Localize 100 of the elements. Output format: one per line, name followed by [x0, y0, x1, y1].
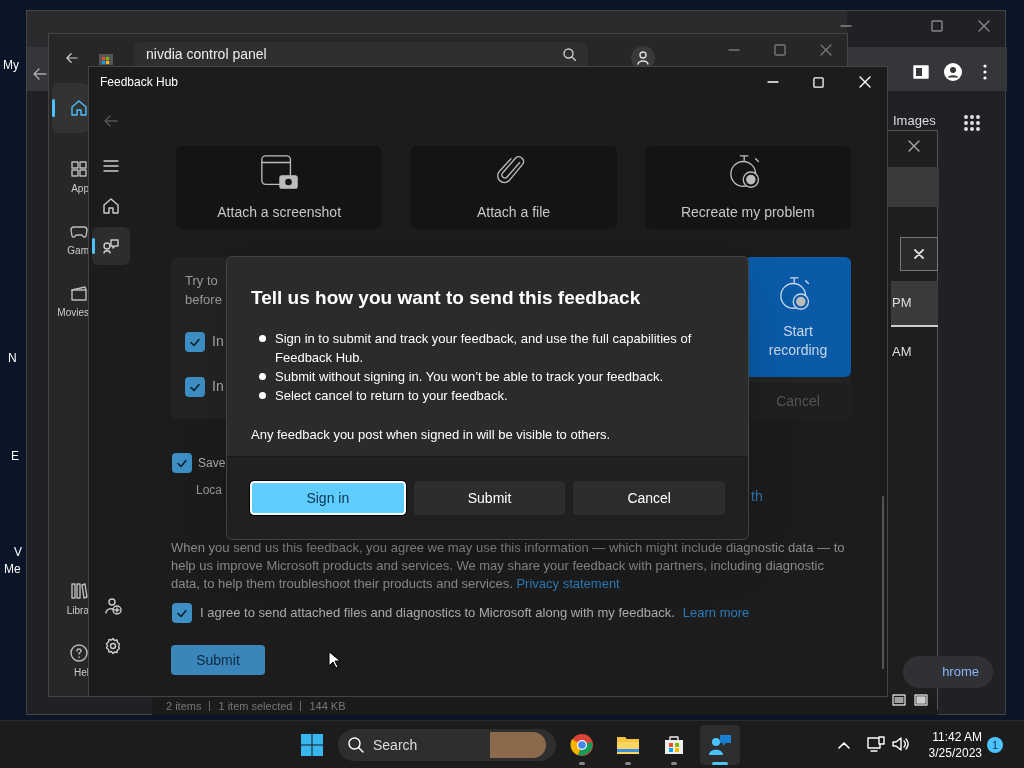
running-indicator: [712, 762, 728, 765]
store-nav-label: Gam: [67, 246, 89, 256]
option-label: Save: [198, 455, 226, 472]
privacy-statement-link[interactable]: Privacy statement: [516, 576, 620, 591]
volume-icon[interactable]: [892, 736, 910, 752]
mouse-cursor-icon: [328, 651, 340, 669]
store-nav-item[interactable]: Gam: [52, 214, 89, 264]
panel-text: Try to: [185, 272, 219, 290]
popup-search-field[interactable]: [900, 237, 938, 271]
feedback-person-icon: [708, 733, 732, 757]
card-label: Recreate my problem: [680, 203, 815, 222]
option-label: In: [212, 377, 224, 396]
status-text: 1 item selected: [218, 698, 293, 714]
desktop-icon-label[interactable]: N: [8, 352, 17, 364]
status-text: 2 items: [166, 698, 202, 714]
attach-screenshot-card[interactable]: Attach a screenshot: [176, 146, 383, 229]
home-icon: [102, 197, 120, 215]
store-nav-item[interactable]: Hel: [52, 636, 89, 686]
running-indicator: [625, 762, 631, 765]
feedback-icon: [102, 237, 120, 255]
store-search-field[interactable]: nivdia control panel: [134, 42, 588, 66]
selection-indicator: [52, 99, 55, 117]
nav-feedback-button[interactable]: [92, 227, 130, 265]
store-library-icon: [70, 582, 88, 600]
maximize-icon: [931, 20, 943, 32]
store-nav-item[interactable]: [52, 83, 89, 133]
clock-time[interactable]: 11:42 AM: [932, 729, 982, 745]
store-home-icon: [70, 99, 88, 117]
notification-badge[interactable]: 1: [987, 737, 1003, 753]
store-nav-item[interactable]: Movies: [52, 276, 89, 326]
bullet-text: Select cancel to return to your feedback.: [275, 386, 508, 405]
windows-logo-icon: [301, 734, 323, 756]
desktop-icon-label[interactable]: V: [14, 546, 22, 558]
close-icon: [978, 20, 990, 32]
bullet-icon: [259, 372, 266, 380]
desktop-icon-label[interactable]: E: [11, 450, 19, 462]
close-icon[interactable]: [908, 140, 920, 152]
list-row[interactable]: PM: [891, 281, 938, 327]
clear-icon[interactable]: [914, 249, 924, 259]
dialog-button[interactable]: Submit: [413, 481, 566, 515]
agree-label: I agree to send attached files and diagnostics to Microsoft along with my feedback.: [200, 604, 675, 623]
dialog-button[interactable]: Cancel: [573, 481, 725, 515]
back-arrow-icon[interactable]: [33, 67, 49, 81]
scrollbar[interactable]: [882, 496, 884, 669]
chrome-link-button[interactable]: hrome: [903, 656, 993, 688]
network-icon[interactable]: [867, 736, 885, 752]
option-label: In: [212, 332, 224, 351]
checkbox[interactable]: [185, 331, 205, 352]
list-row[interactable]: AM: [891, 329, 938, 375]
search-value: nivdia control panel: [146, 44, 267, 64]
window-title: Feedback Hub: [100, 74, 180, 91]
store-nav-label: Libra: [66, 606, 89, 616]
chevron-up-icon[interactable]: [838, 741, 850, 749]
add-user-icon[interactable]: [104, 597, 122, 615]
search-icon: [348, 737, 364, 753]
store-nav-item[interactable]: App: [52, 152, 89, 202]
submit-button[interactable]: Submit: [171, 645, 265, 675]
desktop-icon-label[interactable]: Me: [4, 563, 21, 575]
tiles-view-icon[interactable]: [914, 694, 928, 706]
side-panel-icon[interactable]: [913, 65, 929, 79]
profile-icon[interactable]: [944, 63, 962, 81]
status-text: 144 KB: [309, 698, 346, 714]
clock-date[interactable]: 3/25/2023: [928, 745, 982, 761]
checkbox[interactable]: [185, 376, 205, 397]
store-movies-icon: [70, 284, 88, 302]
desktop-icon-label[interactable]: My: [3, 59, 19, 71]
store-nav-label: App: [71, 184, 89, 194]
card-label: Attach a file: [476, 203, 551, 222]
taskbar-app-button[interactable]: [700, 725, 740, 765]
more-options-icon[interactable]: [983, 64, 987, 80]
attach-file-card[interactable]: Attach a file: [410, 146, 617, 229]
running-indicator: [671, 762, 677, 765]
bullet-icon: [259, 334, 266, 342]
bullet-icon: [259, 391, 266, 399]
attach-recreate-card[interactable]: Recreate my problem: [644, 146, 851, 229]
privacy-notice: When you send us this feedback, you agree we may use this information — which might include diagnostic data — to help us improve Microsoft products and services. We may share your feedback with partners, including diagnostic data, to help them troubleshoot their products and services. Privacy statement: [171, 539, 846, 593]
store-nav-label: Movies: [57, 308, 89, 318]
start-recording-button[interactable]: Start recording: [745, 257, 851, 377]
store-apps-icon: [70, 160, 88, 178]
store-nav-item[interactable]: Libra: [52, 574, 89, 624]
search-icon[interactable]: [563, 47, 576, 61]
apps-grid-icon[interactable]: [963, 114, 981, 132]
details-view-icon[interactable]: [892, 694, 906, 706]
taskbar-search-field[interactable]: Search: [338, 729, 556, 761]
store-nav-label: Hel: [74, 668, 89, 678]
learn-more-link[interactable]: Learn more: [682, 603, 750, 623]
dialog-note: Any feedback you post when signed in will be visible to others.: [251, 425, 612, 444]
location-label: Loca: [196, 482, 223, 499]
checkbox[interactable]: [172, 603, 192, 623]
store-help-icon: [70, 644, 88, 662]
settings-icon[interactable]: [104, 637, 122, 655]
bullet-text: Submit without signing in. You won’t be able to track your feedback.: [275, 367, 664, 386]
checkbox[interactable]: [172, 453, 192, 473]
dialog-button[interactable]: Sign in: [250, 481, 406, 515]
selection-indicator: [92, 238, 95, 254]
chrome-logo-icon: [570, 733, 594, 757]
images-link[interactable]: Images: [893, 113, 936, 128]
running-indicator: [579, 762, 585, 765]
search-placeholder: Search: [373, 735, 419, 755]
store-bag-icon: [662, 733, 686, 757]
